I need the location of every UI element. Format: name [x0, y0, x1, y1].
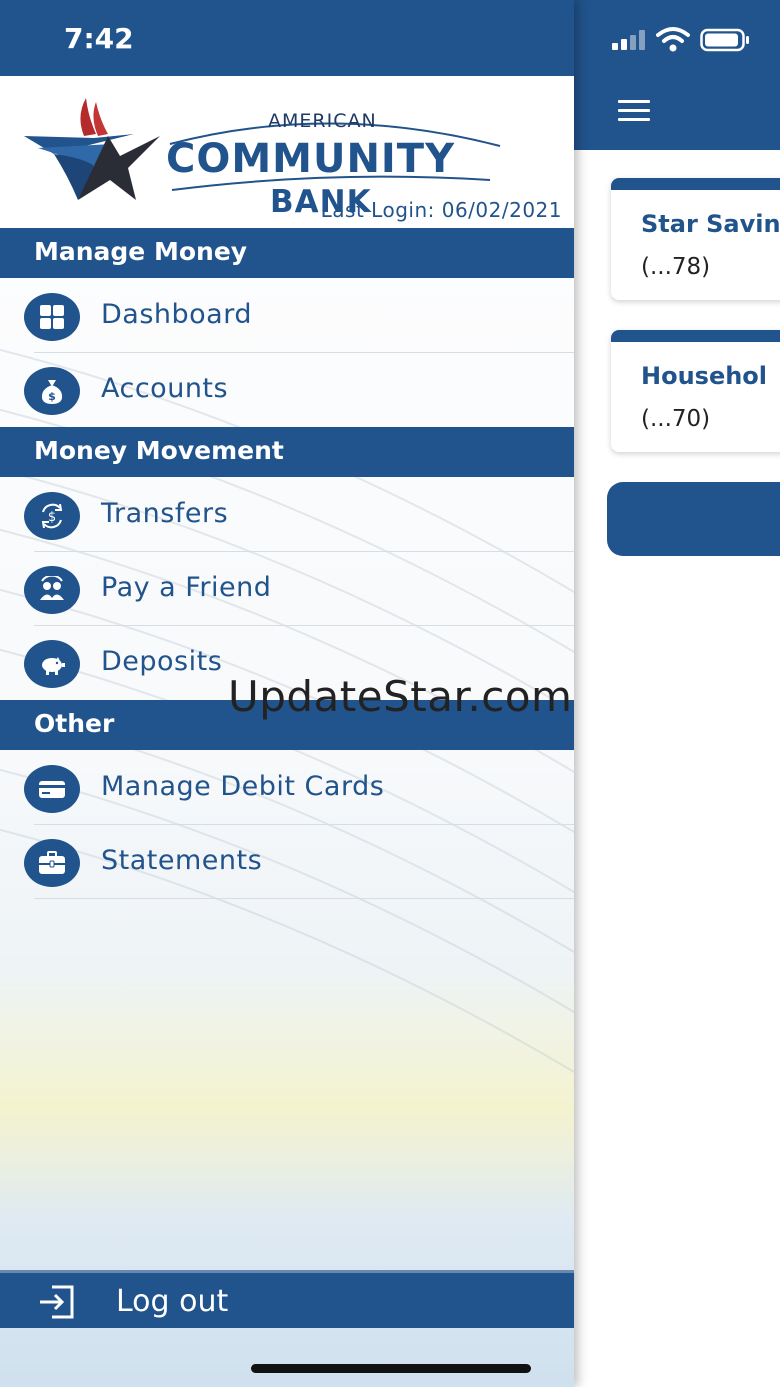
- account-number: (...78): [641, 254, 711, 280]
- home-indicator[interactable]: [251, 1364, 531, 1373]
- watermark-text: UpdateStar.com: [228, 672, 573, 721]
- menu-item-label: Accounts: [101, 373, 229, 404]
- menu-item-transfers[interactable]: $ Transfers: [0, 478, 574, 552]
- account-card-savings[interactable]: Star Savin (...78): [611, 178, 780, 300]
- account-name: Star Savin: [641, 210, 780, 238]
- svg-text:$: $: [48, 510, 56, 525]
- menu-item-accounts[interactable]: $ Accounts: [0, 353, 574, 427]
- brand-american-text: AMERICAN: [268, 110, 377, 132]
- menu-item-statements[interactable]: Statements: [0, 825, 574, 899]
- account-number: (...70): [641, 406, 711, 432]
- menu-item-label: Dashboard: [101, 299, 252, 330]
- briefcase-icon: [24, 839, 80, 887]
- account-card-household[interactable]: Househol (...70): [611, 330, 780, 452]
- svg-text:$: $: [48, 390, 56, 403]
- money-bag-icon: $: [24, 367, 80, 415]
- piggy-bank-icon: [24, 640, 80, 688]
- hamburger-menu-icon[interactable]: [612, 96, 656, 128]
- menu-item-dashboard[interactable]: Dashboard: [0, 279, 574, 353]
- last-login-text: Last Login: 06/02/2021: [320, 198, 562, 222]
- menu-item-label: Statements: [101, 845, 263, 876]
- bank-logo-icon: [24, 98, 160, 200]
- logout-button[interactable]: Log out: [0, 1270, 574, 1328]
- menu-item-label: Pay a Friend: [101, 572, 272, 603]
- section-header-money-movement: Money Movement: [0, 427, 574, 477]
- account-name: Househol: [641, 362, 768, 390]
- menu-item-pay-a-friend[interactable]: Pay a Friend: [0, 552, 574, 626]
- brand-community-text: COMMUNITY: [166, 136, 456, 182]
- menu-item-label: Deposits: [101, 646, 223, 677]
- credit-card-icon: [24, 765, 80, 813]
- bank-logo-area: AMERICAN COMMUNITY BANK Last Login: 06/0…: [0, 76, 574, 228]
- menu-item-label: Manage Debit Cards: [101, 771, 385, 802]
- transfer-icon: $: [24, 492, 80, 540]
- menu-item-label: Transfers: [101, 498, 229, 529]
- logout-icon: [40, 1285, 74, 1319]
- section-header-manage-money: Manage Money: [0, 228, 574, 278]
- menu-item-manage-debit-cards[interactable]: Manage Debit Cards: [0, 751, 574, 825]
- dashboard-icon: [24, 293, 80, 341]
- primary-action-button[interactable]: [607, 482, 780, 556]
- people-exchange-icon: [24, 566, 80, 614]
- logout-label: Log out: [116, 1284, 229, 1319]
